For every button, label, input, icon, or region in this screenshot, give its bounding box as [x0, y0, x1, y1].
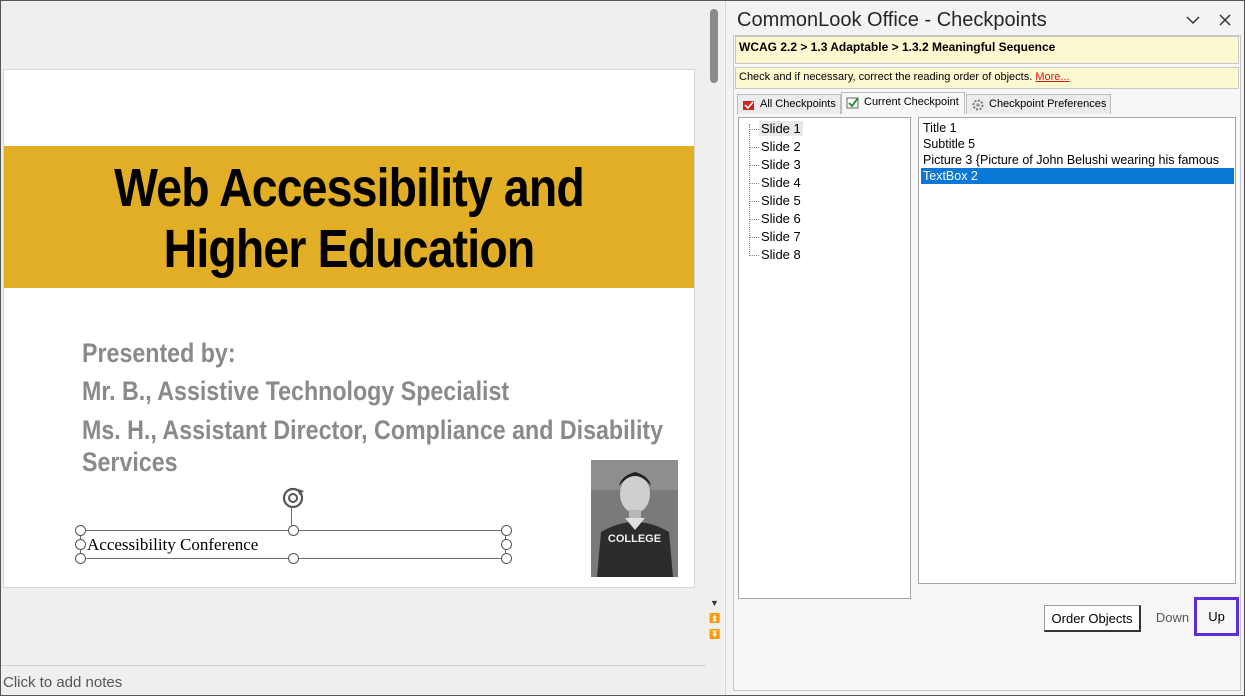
- list-item-selected[interactable]: TextBox 2: [921, 168, 1234, 184]
- tree-item-slide-3[interactable]: Slide 3: [761, 157, 801, 172]
- tree-connector: [749, 165, 759, 166]
- checkpoint-breadcrumb: WCAG 2.2 > 1.3 Adaptable > 1.3.2 Meaning…: [735, 36, 1239, 64]
- slide-title-line-2: Higher Education: [163, 219, 536, 279]
- tree-item-slide-2[interactable]: Slide 2: [761, 139, 801, 154]
- resize-handle[interactable]: [288, 525, 299, 536]
- gear-icon: [972, 99, 984, 111]
- resize-handle[interactable]: [75, 525, 86, 536]
- order-objects-button[interactable]: Order Objects: [1044, 605, 1141, 632]
- tree-item-slide-6[interactable]: Slide 6: [761, 211, 801, 226]
- resize-handle[interactable]: [75, 539, 86, 550]
- slide-canvas[interactable]: Web Accessibility and Higher Education P…: [3, 69, 695, 588]
- tree-connector: [749, 237, 759, 238]
- checkpoints-icon: [743, 101, 754, 110]
- tree-connector: [749, 255, 759, 256]
- tree-item-slide-8[interactable]: Slide 8: [761, 247, 801, 262]
- resize-handle[interactable]: [501, 553, 512, 564]
- subtitle-line: Ms. H., Assistant Director, Compliance a…: [82, 415, 664, 445]
- slide-title-line-1: Web Accessibility and: [114, 158, 585, 218]
- next-slide-icon[interactable]: ⏬: [709, 629, 720, 640]
- title-placeholder[interactable]: Web Accessibility and Higher Education: [4, 146, 694, 288]
- resize-handle[interactable]: [501, 525, 512, 536]
- tab-all-checkpoints[interactable]: All Checkpoints: [737, 94, 841, 114]
- tab-label: Checkpoint Preferences: [989, 98, 1107, 110]
- app-window: Web Accessibility and Higher Education P…: [0, 0, 1245, 696]
- tree-connector: [749, 147, 759, 148]
- textbox-text: Accessibility Conference: [87, 535, 259, 554]
- notes-placeholder[interactable]: Click to add notes: [3, 674, 122, 691]
- close-icon[interactable]: [1216, 11, 1234, 29]
- move-down-button[interactable]: Down: [1152, 605, 1193, 632]
- reading-order-list[interactable]: Title 1 Subtitle 5 Picture 3 {Picture of…: [918, 117, 1236, 584]
- slide-editor: Web Accessibility and Higher Education P…: [1, 1, 706, 695]
- notes-divider: [1, 665, 706, 666]
- selected-textbox[interactable]: Accessibility Conference: [75, 525, 512, 564]
- move-up-button[interactable]: Up: [1194, 597, 1239, 636]
- vertical-scrollbar[interactable]: ▼ ⏫ ⏬: [706, 1, 723, 695]
- tab-current-checkpoint[interactable]: Current Checkpoint: [841, 92, 965, 114]
- pane-title: CommonLook Office - Checkpoints: [737, 9, 1047, 31]
- more-link[interactable]: More...: [1035, 71, 1069, 83]
- slide-photo[interactable]: COLLEGE: [591, 460, 678, 577]
- photo-caption: COLLEGE: [608, 533, 661, 545]
- tab-checkpoint-preferences[interactable]: Checkpoint Preferences: [966, 94, 1111, 114]
- tab-label: All Checkpoints: [760, 98, 836, 110]
- tree-item-slide-4[interactable]: Slide 4: [761, 175, 801, 190]
- tab-bar: All Checkpoints Current Checkpoint Check…: [735, 92, 1239, 114]
- slide-tree[interactable]: Slide 1 Slide 2 Slide 3 Slide 4 Slide 5 …: [738, 117, 911, 599]
- tree-connector: [749, 201, 759, 202]
- tree-connector: [749, 129, 759, 130]
- tree-item-slide-1[interactable]: Slide 1: [759, 121, 803, 136]
- tree-item-slide-7[interactable]: Slide 7: [761, 229, 801, 244]
- list-item[interactable]: Picture 3 {Picture of John Belushi weari…: [921, 152, 1234, 168]
- resize-handle[interactable]: [288, 553, 299, 564]
- tree-connector: [749, 183, 759, 184]
- scrollbar-thumb[interactable]: [710, 9, 718, 83]
- person-photo-icon: COLLEGE: [591, 460, 678, 577]
- checkpoint-description: Check and if necessary, correct the read…: [735, 67, 1239, 89]
- resize-handle[interactable]: [501, 539, 512, 550]
- tree-item-slide-5[interactable]: Slide 5: [761, 193, 801, 208]
- description-text: Check and if necessary, correct the read…: [739, 71, 1033, 83]
- scroll-down-icon[interactable]: ▼: [709, 598, 720, 609]
- rotate-handle-icon[interactable]: [280, 485, 306, 511]
- previous-slide-icon[interactable]: ⏫: [709, 613, 720, 624]
- check-icon: [846, 97, 859, 109]
- tab-label: Current Checkpoint: [864, 96, 959, 108]
- resize-handle[interactable]: [75, 553, 86, 564]
- tree-connector: [749, 219, 759, 220]
- list-item[interactable]: Title 1: [921, 120, 1234, 136]
- subtitle-line: Presented by:: [82, 338, 236, 368]
- subtitle-line: Mr. B., Assistive Technology Specialist: [82, 376, 510, 406]
- chevron-down-icon[interactable]: [1184, 11, 1202, 29]
- subtitle-line: Services: [82, 447, 178, 477]
- list-item[interactable]: Subtitle 5: [921, 136, 1234, 152]
